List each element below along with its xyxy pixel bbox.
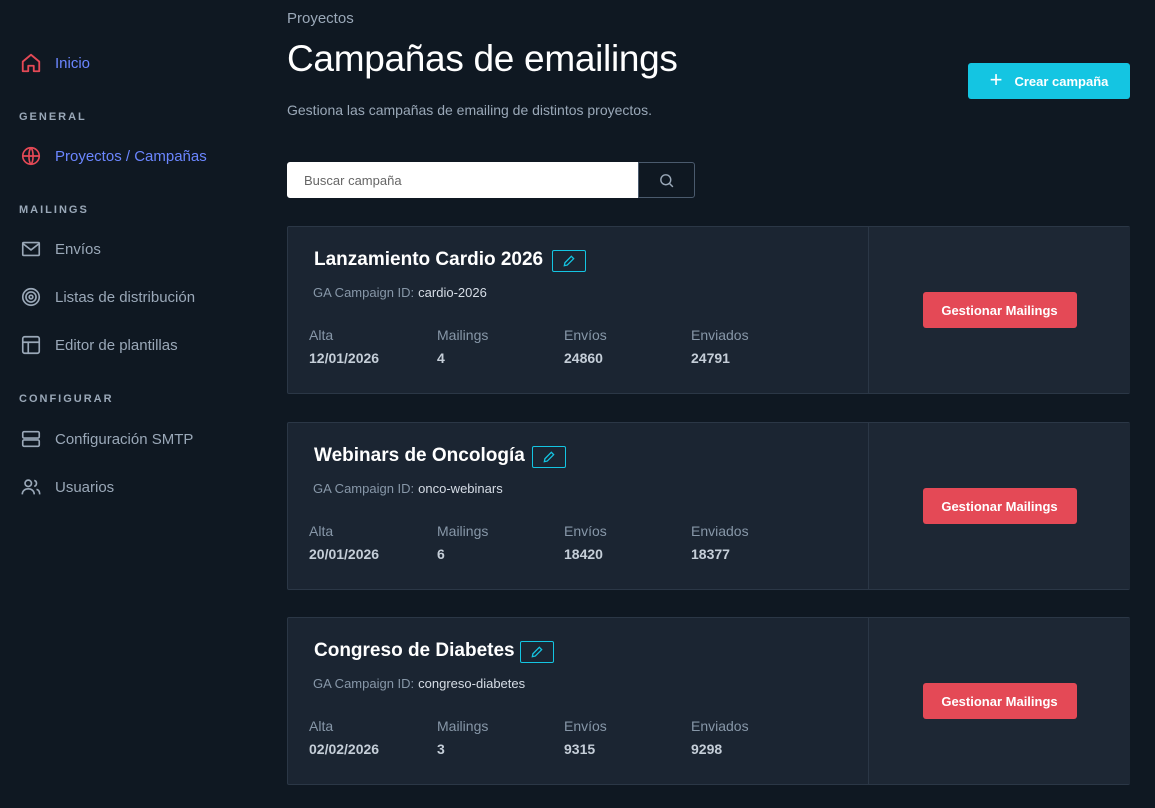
sidebar-item-users[interactable]: Usuarios bbox=[19, 473, 114, 501]
campaign-card: Webinars de Oncología GA Campaign ID: onc… bbox=[287, 422, 1130, 590]
sidebar-item-smtp[interactable]: Configuración SMTP bbox=[19, 425, 193, 453]
sidebar-item-label: Editor de plantillas bbox=[55, 336, 178, 354]
ga-value: onco-webinars bbox=[418, 481, 503, 496]
sidebar-item-sends[interactable]: Envíos bbox=[19, 235, 101, 263]
server-icon bbox=[19, 427, 43, 451]
sidebar-item-label: Usuarios bbox=[55, 478, 115, 496]
search-input[interactable] bbox=[287, 162, 638, 198]
ga-label: GA Campaign ID: bbox=[313, 481, 415, 496]
stat-envios: Envíos 24860 bbox=[564, 327, 607, 366]
ga-label: GA Campaign ID: bbox=[313, 285, 415, 300]
globe-icon bbox=[19, 144, 43, 168]
card-actions: Gestionar Mailings bbox=[868, 227, 1130, 393]
sidebar-item-label: Envíos bbox=[55, 240, 101, 258]
stat-envios: Envíos 18420 bbox=[564, 523, 607, 562]
mail-icon bbox=[19, 237, 43, 261]
create-campaign-button[interactable]: + Crear campaña bbox=[968, 63, 1130, 99]
card-actions: Gestionar Mailings bbox=[868, 618, 1130, 784]
campaign-card: Lanzamiento Cardio 2026 GA Campaign ID: c… bbox=[287, 226, 1130, 394]
app-root: Inicio GENERAL Proyectos / Campañas MAIL… bbox=[0, 0, 1155, 808]
stat-mailings: Mailings 4 bbox=[437, 327, 489, 366]
stat-enviados: Enviados 24791 bbox=[691, 327, 749, 366]
sidebar-item-home[interactable]: Inicio bbox=[19, 49, 90, 77]
sidebar-item-projects[interactable]: Proyectos / Campañas bbox=[19, 142, 207, 170]
section-title-config: CONFIGURAR bbox=[19, 393, 114, 405]
ga-campaign-id: GA Campaign ID: cardio-2026 bbox=[313, 285, 487, 300]
ga-value: congreso-diabetes bbox=[418, 676, 526, 691]
plus-icon: + bbox=[989, 67, 1003, 92]
pencil-icon bbox=[530, 645, 544, 659]
sidebar-item-templates[interactable]: Editor de plantillas bbox=[19, 331, 178, 359]
ga-label: GA Campaign ID: bbox=[313, 676, 415, 691]
pencil-icon bbox=[542, 450, 556, 464]
stat-enviados: Enviados 9298 bbox=[691, 718, 749, 757]
home-icon bbox=[19, 51, 43, 75]
campaign-card: Congreso de Diabetes GA Campaign ID: cong… bbox=[287, 617, 1130, 785]
create-campaign-label: Crear campaña bbox=[1014, 73, 1109, 89]
campaign-title: Webinars de Oncología bbox=[314, 445, 525, 466]
page-subtitle: Gestiona las campañas de emailing de dis… bbox=[287, 102, 652, 118]
ga-value: cardio-2026 bbox=[418, 285, 487, 300]
search-icon bbox=[658, 172, 675, 189]
stat-alta: Alta 20/01/2026 bbox=[309, 523, 380, 562]
layout-icon bbox=[19, 333, 43, 357]
sidebar-item-label: Listas de distribución bbox=[55, 288, 196, 306]
stat-enviados: Enviados 18377 bbox=[691, 523, 749, 562]
edit-campaign-button[interactable] bbox=[532, 446, 566, 468]
target-icon bbox=[19, 285, 43, 309]
manage-mailings-button[interactable]: Gestionar Mailings bbox=[922, 292, 1077, 328]
sidebar-item-label: Configuración SMTP bbox=[55, 430, 194, 448]
stat-mailings: Mailings 3 bbox=[437, 718, 489, 757]
page-title: Campañas de emailings bbox=[287, 38, 678, 79]
pencil-icon bbox=[562, 254, 576, 268]
breadcrumb[interactable]: Proyectos bbox=[287, 10, 354, 27]
sidebar-item-lists[interactable]: Listas de distribución bbox=[19, 283, 195, 311]
manage-mailings-button[interactable]: Gestionar Mailings bbox=[922, 683, 1077, 719]
stat-alta: Alta 12/01/2026 bbox=[309, 327, 380, 366]
stat-mailings: Mailings 6 bbox=[437, 523, 489, 562]
search-button[interactable] bbox=[638, 162, 695, 198]
edit-campaign-button[interactable] bbox=[552, 250, 586, 272]
card-actions: Gestionar Mailings bbox=[868, 423, 1130, 589]
stat-alta: Alta 02/02/2026 bbox=[309, 718, 380, 757]
sidebar-item-label: Proyectos / Campañas bbox=[55, 147, 207, 165]
users-icon bbox=[19, 475, 43, 499]
section-title-mailings: MAILINGS bbox=[19, 204, 89, 216]
ga-campaign-id: GA Campaign ID: congreso-diabetes bbox=[313, 676, 525, 691]
sidebar: Inicio GENERAL Proyectos / Campañas MAIL… bbox=[0, 0, 250, 808]
campaign-title: Congreso de Diabetes bbox=[314, 640, 515, 661]
manage-mailings-button[interactable]: Gestionar Mailings bbox=[922, 488, 1077, 524]
stat-envios: Envíos 9315 bbox=[564, 718, 607, 757]
campaign-title: Lanzamiento Cardio 2026 bbox=[314, 249, 544, 270]
sidebar-item-label: Inicio bbox=[55, 54, 91, 72]
search-bar bbox=[287, 162, 695, 198]
edit-campaign-button[interactable] bbox=[520, 641, 554, 663]
ga-campaign-id: GA Campaign ID: onco-webinars bbox=[313, 481, 503, 496]
section-title-general: GENERAL bbox=[19, 111, 87, 123]
